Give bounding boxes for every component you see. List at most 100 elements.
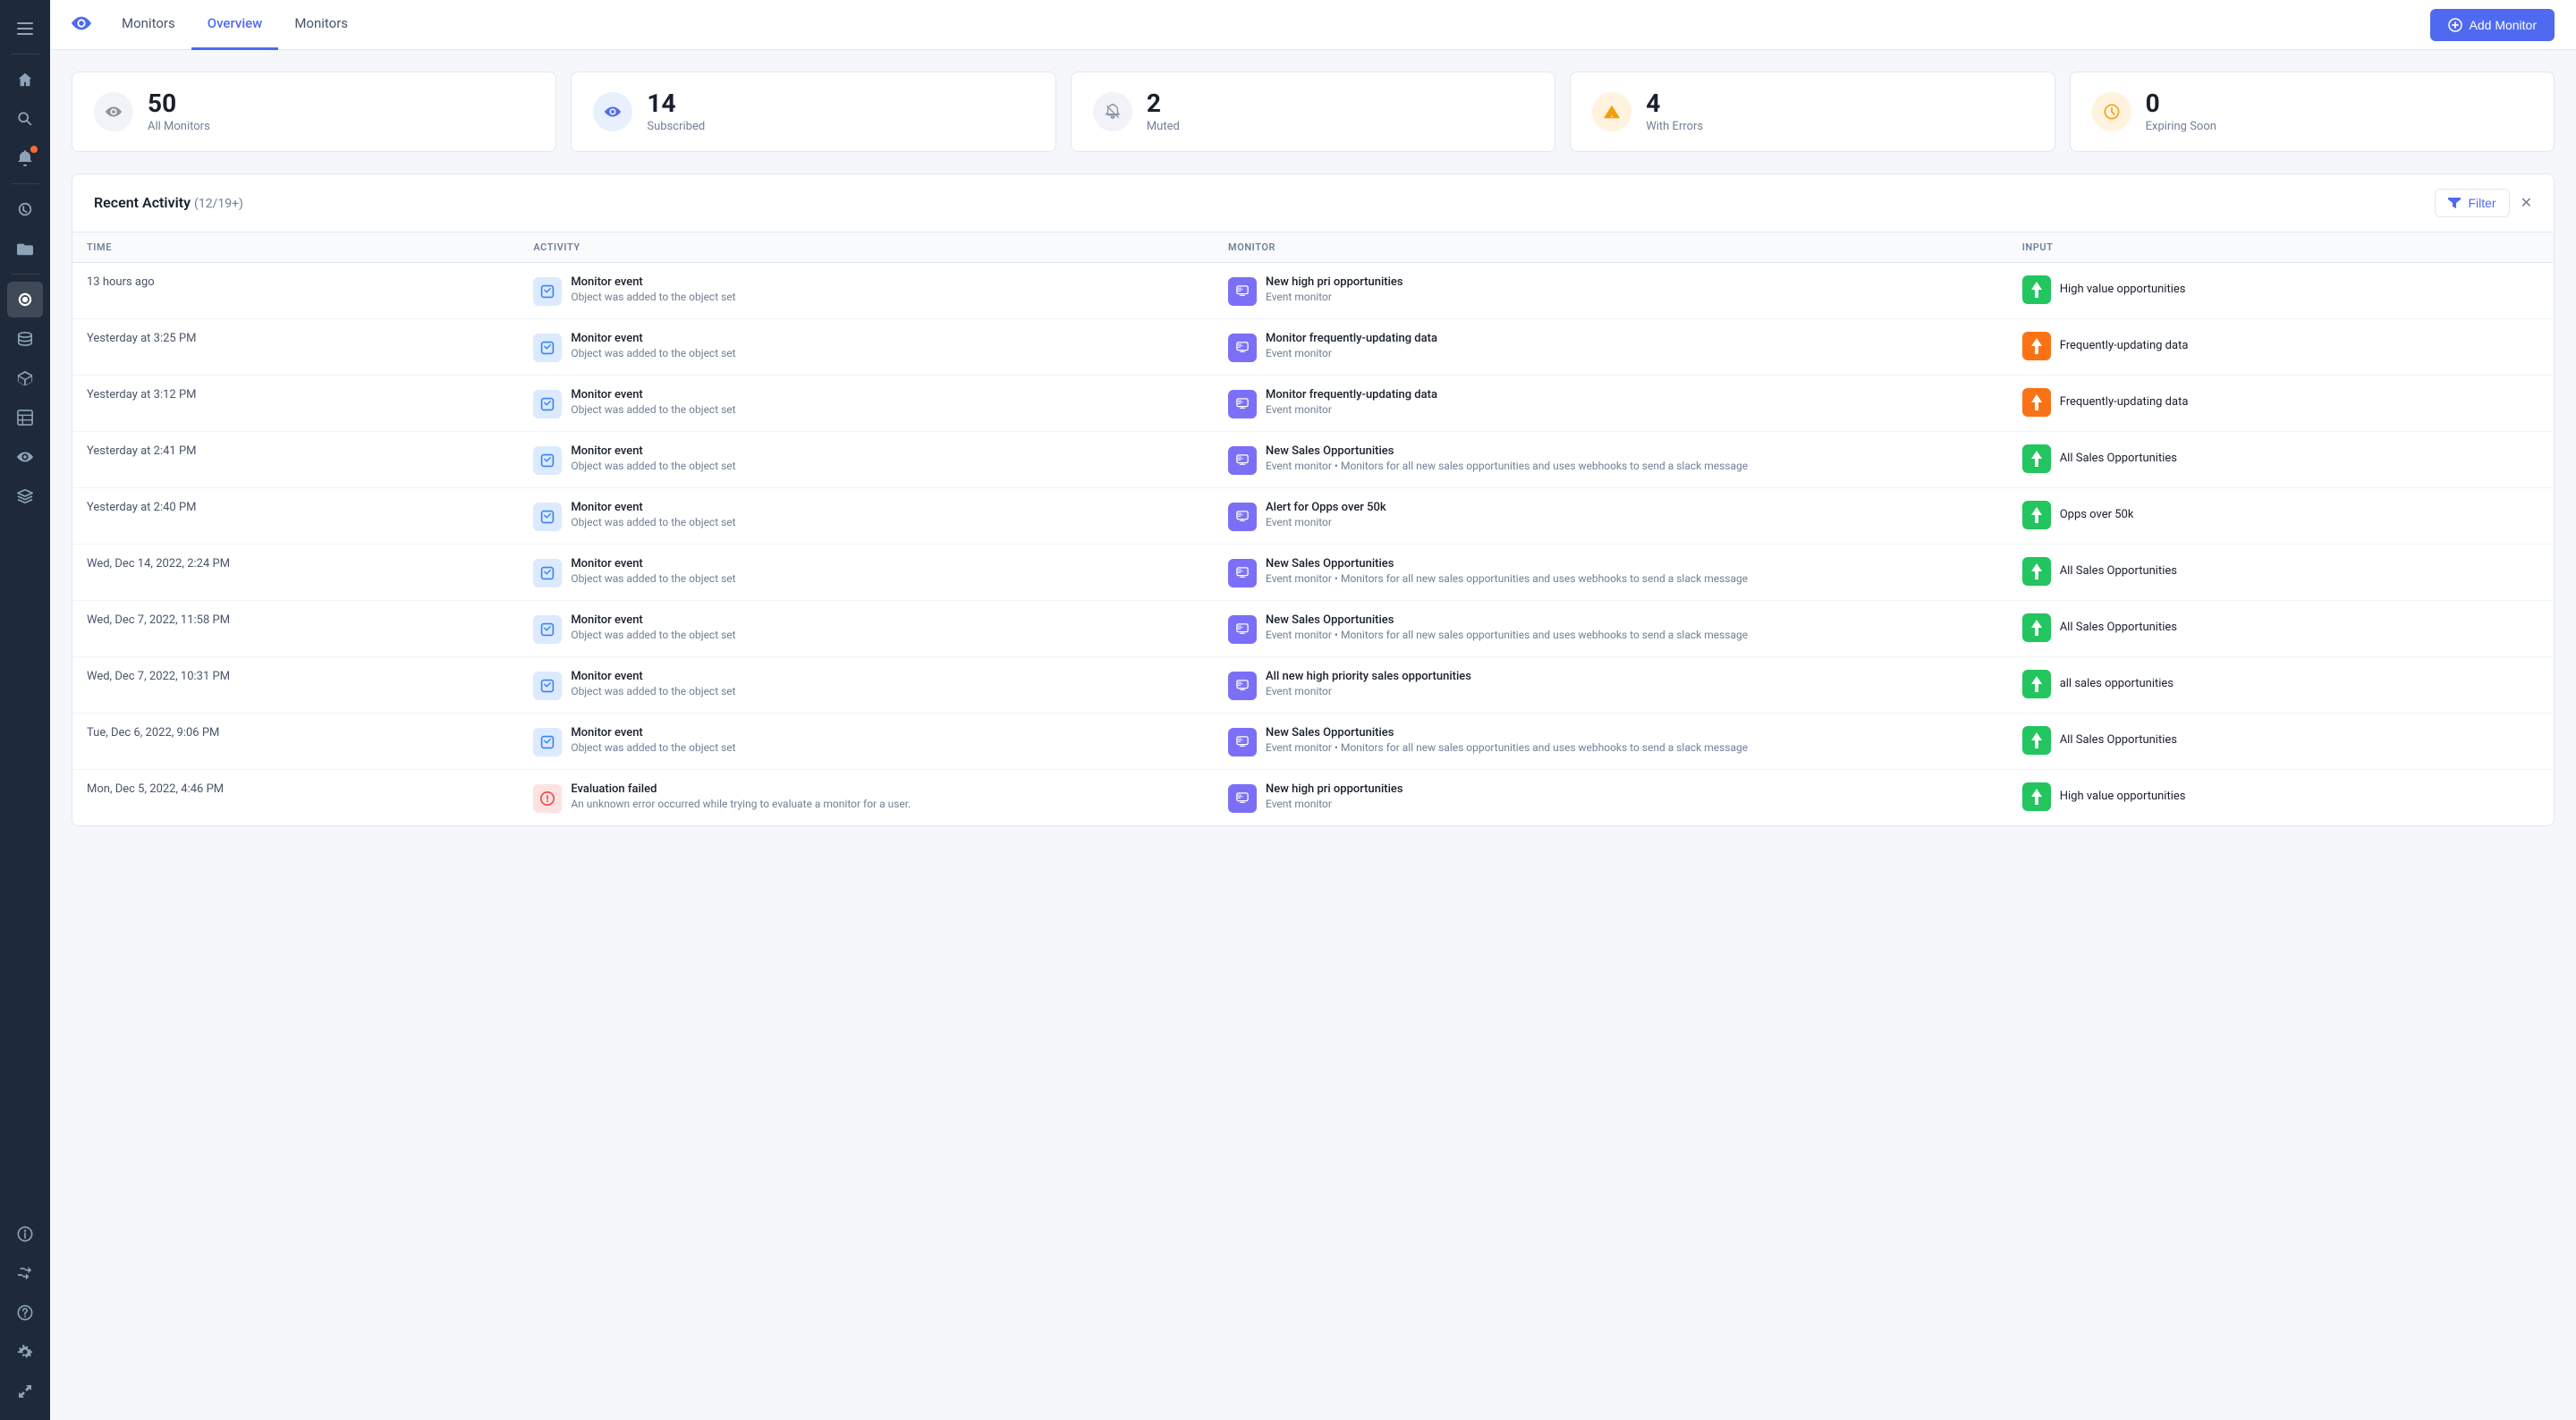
cube-icon[interactable] [7, 360, 43, 396]
monitor-active-icon[interactable] [7, 282, 43, 317]
cell-activity: Monitor event Object was added to the ob… [519, 656, 1214, 713]
cell-time: Yesterday at 2:41 PM [72, 431, 519, 487]
monitor-cell-icon [1228, 446, 1257, 475]
table-row: Wed, Dec 7, 2022, 10:31 PM Monitor event… [72, 656, 2554, 713]
cell-monitor: New Sales Opportunities Event monitor • … [1214, 713, 2008, 769]
monitor-text: Alert for Opps over 50k Event monitor [1266, 501, 1386, 528]
folder-icon[interactable] [7, 231, 43, 266]
activity-text: Monitor event Object was added to the ob… [571, 670, 735, 697]
search-icon[interactable] [7, 101, 43, 137]
activity-sub-cell: Object was added to the object set [571, 460, 735, 472]
input-cell-icon [2022, 613, 2051, 642]
eye3-icon[interactable] [7, 439, 43, 475]
stat-all-monitors: 50 All Monitors [72, 72, 556, 152]
history-icon[interactable] [7, 191, 43, 227]
question-icon[interactable] [7, 1295, 43, 1331]
activity-text: Monitor event Object was added to the ob… [571, 388, 735, 416]
event-icon [533, 334, 562, 362]
input-name-cell: All Sales Opportunities [2060, 452, 2177, 465]
database-icon[interactable] [7, 321, 43, 357]
activity-text: Monitor event Object was added to the ob… [571, 501, 735, 528]
activity-text: Monitor event Object was added to the ob… [571, 557, 735, 585]
input-cell-icon [2022, 501, 2051, 529]
activity-text: Evaluation failed An unknown error occur… [571, 782, 911, 810]
table-row: Yesterday at 2:41 PM Monitor event Objec… [72, 431, 2554, 487]
stat-subscribed: 14 Subscribed [571, 72, 1055, 152]
cell-input: All Sales Opportunities [2008, 544, 2554, 600]
input-cell-icon [2022, 275, 2051, 304]
monitor-type-cell: Event monitor [1266, 291, 1403, 303]
tab-monitors-breadcrumb[interactable]: Monitors [106, 0, 191, 50]
expiring-info: 0 Expiring Soon [2146, 90, 2216, 133]
activity-title-cell: Monitor event [571, 726, 735, 740]
filter-button[interactable]: Filter [2435, 189, 2509, 217]
table-icon[interactable] [7, 400, 43, 435]
monitor-text: All new high priority sales opportunitie… [1266, 670, 1471, 697]
cell-activity: Evaluation failed An unknown error occur… [519, 769, 1214, 825]
table-row: Wed, Dec 14, 2022, 2:24 PM Monitor event… [72, 544, 2554, 600]
col-header-activity: ACTIVITY [519, 232, 1214, 263]
stat-expiring: 0 Expiring Soon [2070, 72, 2555, 152]
all-monitors-info: 50 All Monitors [148, 90, 210, 133]
cell-input: all sales opportunities [2008, 656, 2554, 713]
activity-title-cell: Monitor event [571, 557, 735, 571]
activity-title-cell: Monitor event [571, 332, 735, 345]
table-row: Wed, Dec 7, 2022, 11:58 PM Monitor event… [72, 600, 2554, 656]
activity-title-cell: Evaluation failed [571, 782, 911, 796]
activity-title-area: Recent Activity (12/19+) [94, 194, 243, 211]
cell-monitor: All new high priority sales opportunitie… [1214, 656, 2008, 713]
stat-errors: 4 With Errors [1570, 72, 2055, 152]
sidebar [0, 0, 50, 1420]
cell-time: Wed, Dec 7, 2022, 11:58 PM [72, 600, 519, 656]
cell-monitor: New high pri opportunities Event monitor [1214, 769, 2008, 825]
menu-icon[interactable] [7, 11, 43, 46]
event-icon [533, 615, 562, 644]
tab-overview[interactable]: Overview [191, 0, 279, 50]
activity-sub-cell: Object was added to the object set [571, 629, 735, 641]
settings-icon[interactable] [7, 1334, 43, 1370]
filter-close-icon[interactable]: ✕ [2521, 194, 2532, 211]
muted-icon [1093, 92, 1132, 131]
input-name-cell: High value opportunities [2060, 790, 2186, 803]
monitor-text: New Sales Opportunities Event monitor • … [1266, 613, 1748, 641]
input-cell-icon [2022, 670, 2051, 698]
input-name-cell: all sales opportunities [2060, 677, 2174, 690]
input-name-cell: All Sales Opportunities [2060, 621, 2177, 634]
shuffle-icon[interactable] [7, 1255, 43, 1291]
cell-activity: Monitor event Object was added to the ob… [519, 544, 1214, 600]
tab-monitors[interactable]: Monitors [278, 0, 364, 50]
activity-title-cell: Monitor event [571, 613, 735, 627]
cell-input: High value opportunities [2008, 262, 2554, 318]
input-cell-icon [2022, 726, 2051, 755]
input-cell-icon [2022, 782, 2051, 811]
monitor-name-cell: New high pri opportunities [1266, 275, 1403, 289]
activity-sub-cell: Object was added to the object set [571, 516, 735, 528]
home-icon[interactable] [7, 62, 43, 97]
cell-monitor: Monitor frequently-updating data Event m… [1214, 318, 2008, 375]
bell-icon[interactable] [7, 140, 43, 176]
monitor-cell-icon [1228, 615, 1257, 644]
table-row: Mon, Dec 5, 2022, 4:46 PM Evaluation fai… [72, 769, 2554, 825]
monitor-text: New Sales Opportunities Event monitor • … [1266, 444, 1748, 472]
cell-input: All Sales Opportunities [2008, 431, 2554, 487]
col-header-monitor: MONITOR [1214, 232, 2008, 263]
activity-sub-cell: Object was added to the object set [571, 572, 735, 585]
expand-icon[interactable] [7, 1374, 43, 1409]
monitor-cell-icon [1228, 503, 1257, 531]
monitor-type-cell: Event monitor • Monitors for all new sal… [1266, 460, 1748, 472]
monitor-name-cell: New Sales Opportunities [1266, 726, 1748, 740]
cell-monitor: New Sales Opportunities Event monitor • … [1214, 431, 2008, 487]
cell-monitor: New high pri opportunities Event monitor [1214, 262, 2008, 318]
cell-time: Yesterday at 3:12 PM [72, 375, 519, 431]
muted-info: 2 Muted [1147, 90, 1180, 133]
circle-info-icon[interactable] [7, 1216, 43, 1252]
monitor-cell-icon [1228, 728, 1257, 756]
cell-time: Yesterday at 2:40 PM [72, 487, 519, 544]
add-monitor-button[interactable]: Add Monitor [2430, 9, 2555, 41]
cell-time: Yesterday at 3:25 PM [72, 318, 519, 375]
stack-icon[interactable] [7, 478, 43, 514]
input-name-cell: All Sales Opportunities [2060, 564, 2177, 578]
table-row: Yesterday at 2:40 PM Monitor event Objec… [72, 487, 2554, 544]
monitor-name-cell: Monitor frequently-updating data [1266, 388, 1437, 401]
sidebar-divider-2 [11, 183, 39, 184]
